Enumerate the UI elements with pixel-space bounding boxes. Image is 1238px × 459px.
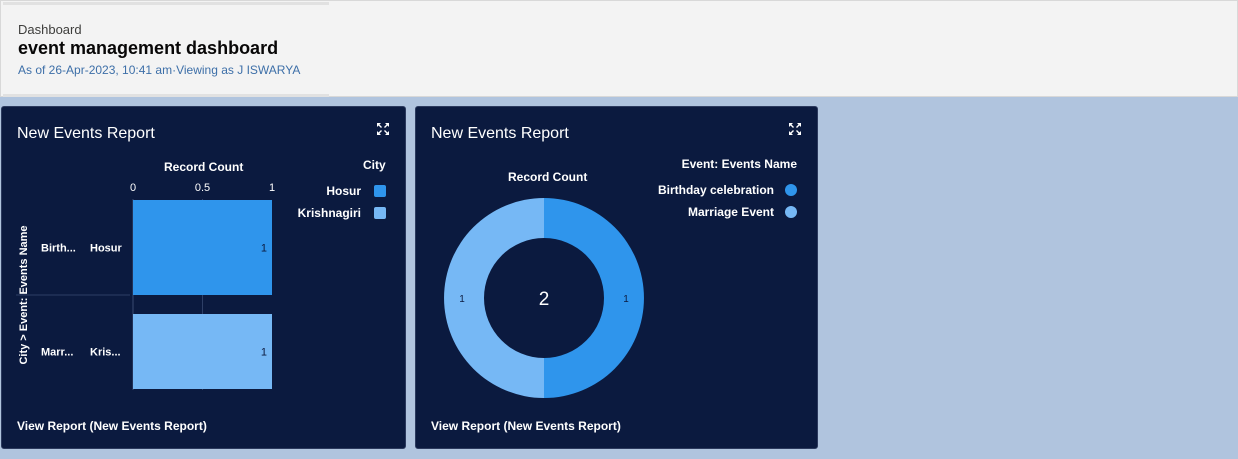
legend-swatch-marriage — [785, 206, 797, 218]
x-tick-label: 0 — [130, 182, 136, 194]
bar-data-label: 1 — [261, 243, 267, 255]
donut-slice-birthday — [544, 198, 644, 398]
legend-item-birthday[interactable]: Birthday celebration — [658, 183, 774, 197]
header-eyebrow: Dashboard — [18, 22, 82, 37]
bar-krishnagiri — [133, 314, 272, 389]
slice-data-label: 1 — [623, 294, 629, 305]
header-divider-top — [3, 2, 329, 5]
view-report-link[interactable]: View Report (New Events Report) — [431, 419, 621, 433]
slice-data-label: 1 — [459, 294, 465, 305]
legend-title: Event: Events Name — [681, 157, 797, 171]
donut-chart-card: New Events Report Record Count 112 Event… — [415, 106, 818, 449]
legend-item-marriage[interactable]: Marriage Event — [688, 205, 774, 219]
dashboard-meta: As of 26-Apr-2023, 10:41 am·Viewing as J… — [18, 63, 301, 77]
bar-chart: 0 0.5 1 1 Birth... Hosur 1 Marr... Kris... City >… — [16, 182, 275, 390]
legend-item-hosur[interactable]: Hosur — [326, 184, 361, 198]
donut-chart: 1 1 2 — [444, 198, 644, 398]
view-report-link[interactable]: View Report (New Events Report) — [17, 419, 207, 433]
header-divider-bottom — [3, 94, 329, 97]
legend-swatch-birthday — [785, 184, 797, 196]
donut-total: 2 — [539, 289, 550, 310]
legend-swatch-krishnagiri — [374, 207, 386, 219]
row-label-city: Hosur — [90, 243, 123, 255]
bar-data-label: 1 — [261, 347, 267, 359]
row-label-event: Birth... — [41, 243, 76, 255]
legend-title: City — [363, 158, 386, 172]
legend-item-krishnagiri[interactable]: Krishnagiri — [298, 206, 361, 220]
y-axis-title: City > Event: Events Name — [18, 225, 30, 364]
expand-icon[interactable] — [788, 122, 802, 136]
dashboard-title: event management dashboard — [18, 38, 279, 58]
bar-chart-card: New Events Report Record Count 0 0.5 1 1 Bir… — [1, 106, 406, 449]
bar-hosur — [133, 200, 272, 295]
dashboard-header: Dashboard event management dashboard As … — [0, 0, 1238, 97]
x-tick-label: 0.5 — [195, 182, 210, 194]
row-label-city: Kris... — [90, 347, 121, 359]
x-tick-label: 1 — [269, 182, 275, 194]
legend-swatch-hosur — [374, 185, 386, 197]
row-label-event: Marr... — [41, 347, 73, 359]
